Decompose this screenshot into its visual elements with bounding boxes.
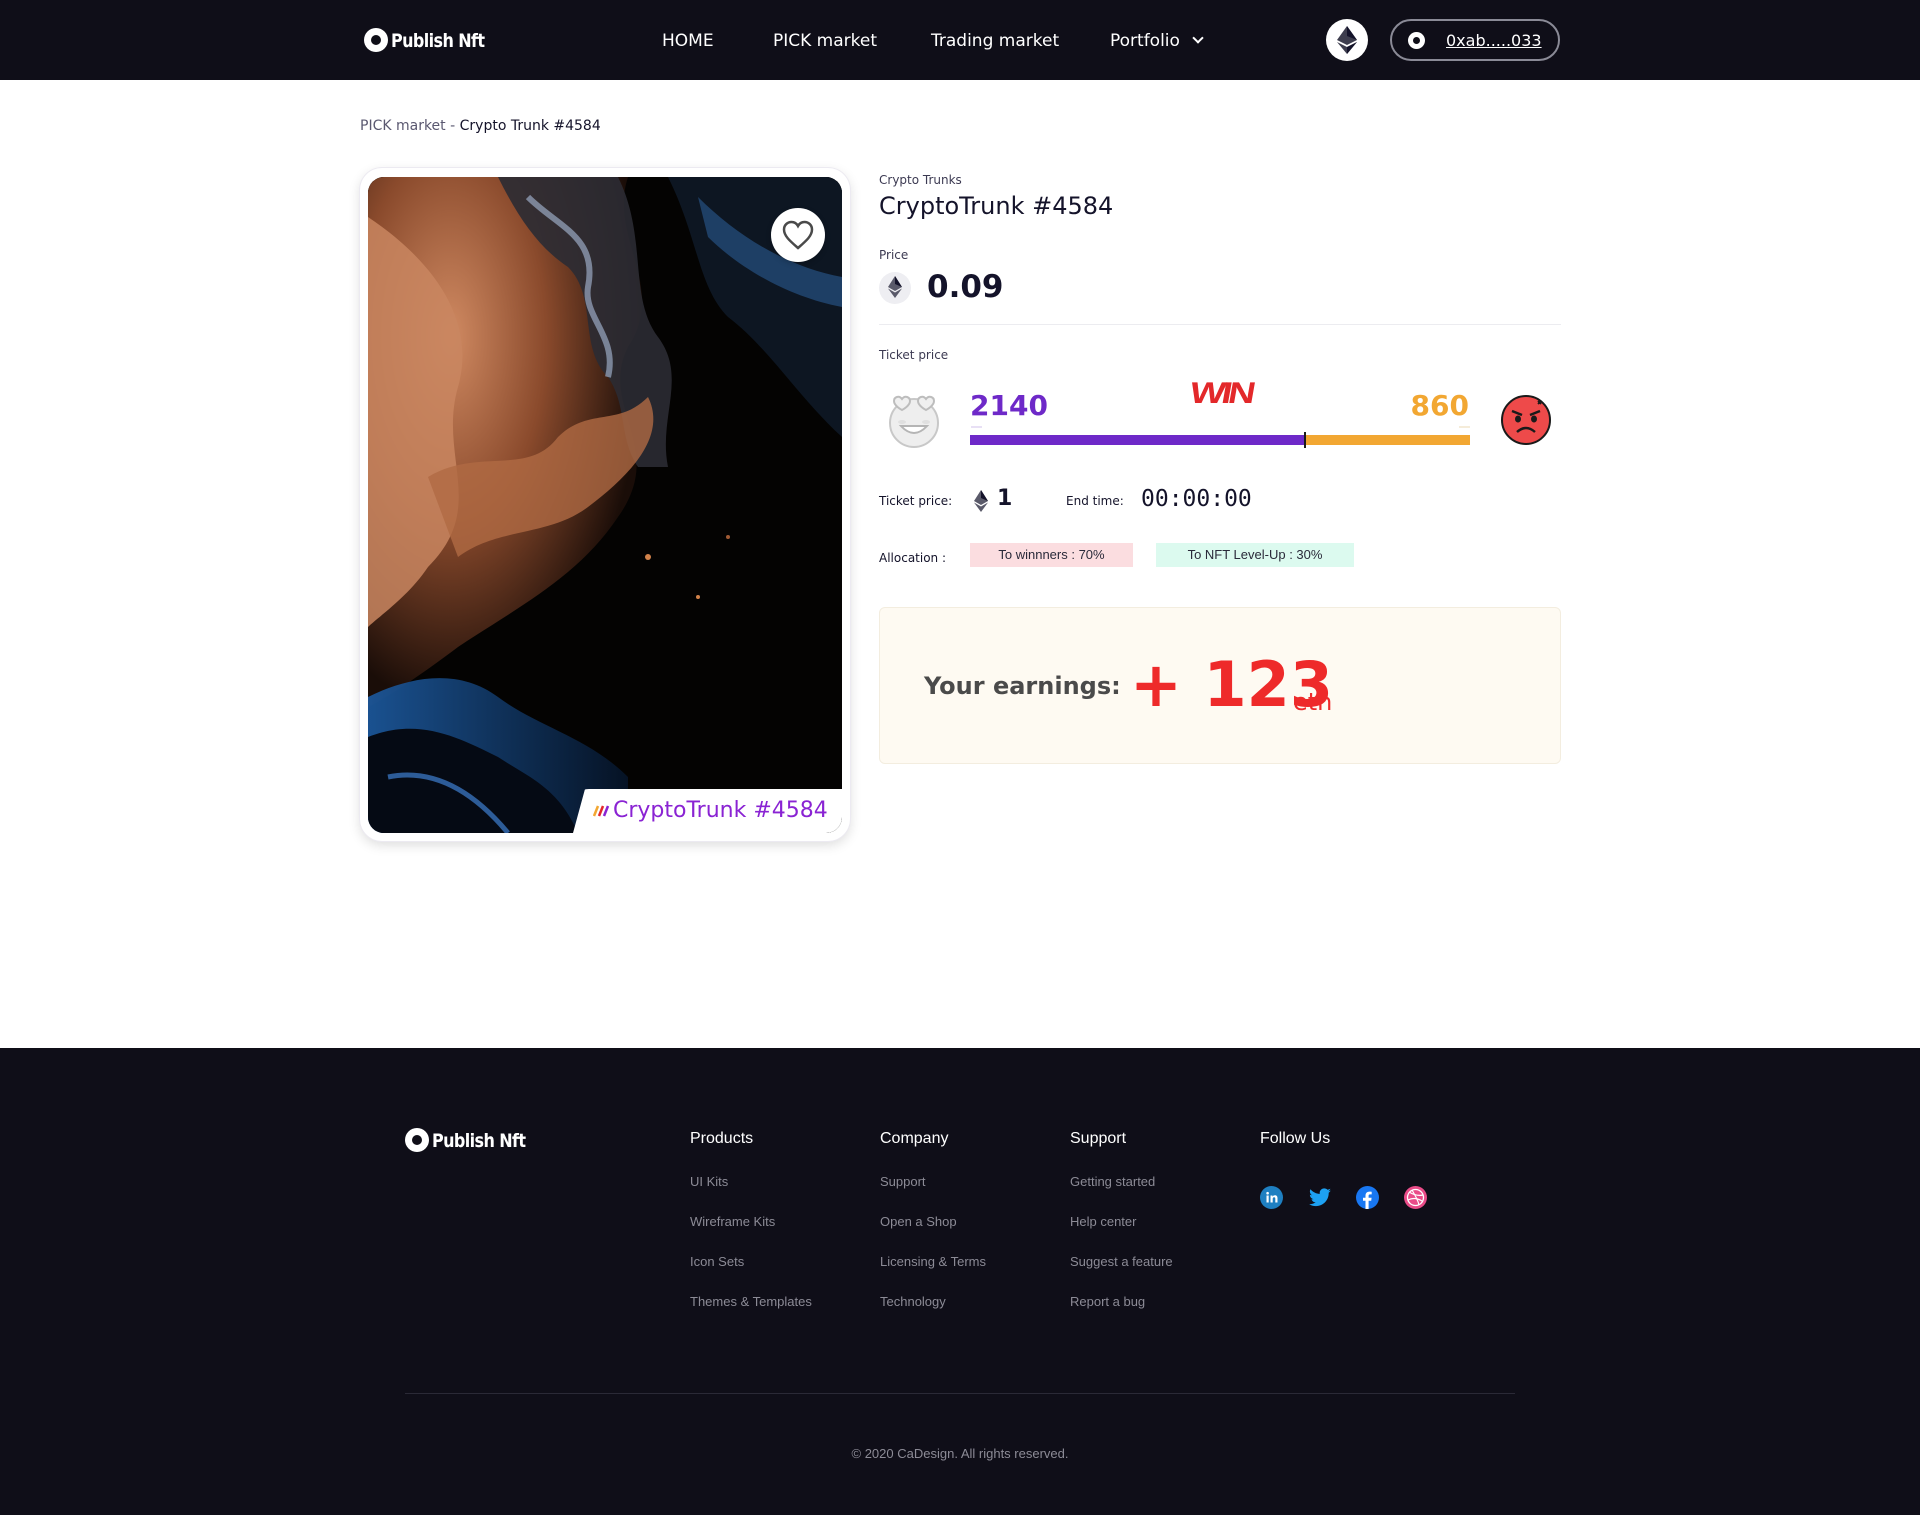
end-time-label: End time:	[1066, 494, 1124, 508]
divider	[879, 324, 1561, 325]
footer-column-company: Company Support Open a Shop Licensing & …	[880, 1130, 986, 1309]
nav-portfolio-label: Portfolio	[1110, 31, 1180, 51]
ethereum-icon	[1337, 26, 1357, 54]
nav-portfolio[interactable]: Portfolio	[1110, 31, 1204, 51]
footer-link[interactable]: Icon Sets	[690, 1254, 744, 1269]
ticket-split-fill	[970, 435, 1305, 445]
price-value: 0.09	[927, 269, 1004, 305]
footer-brand-logo[interactable]: Publish Nft	[405, 1128, 526, 1152]
allocation-label: Allocation :	[879, 551, 947, 565]
footer-link[interactable]: Technology	[880, 1294, 946, 1309]
linkedin-icon[interactable]	[1260, 1186, 1283, 1209]
nav-home[interactable]: HOME	[662, 31, 714, 51]
nft-artwork-image: CryptoTrunk #4584	[368, 177, 842, 833]
brand-logo[interactable]: Publish Nft	[364, 28, 485, 52]
ethereum-icon	[974, 490, 988, 512]
breadcrumb-parent[interactable]: PICK market	[360, 118, 446, 134]
nav-trading-market[interactable]: Trading market	[931, 31, 1059, 51]
chevron-down-icon	[1192, 32, 1204, 44]
breadcrumb-separator: -	[445, 118, 460, 134]
breadcrumb-current: Crypto Trunk #4584	[459, 118, 601, 134]
ticket-split-bar	[970, 432, 1470, 448]
ticket-split-marker	[1304, 432, 1306, 448]
footer-divider	[405, 1393, 1515, 1394]
footer-link[interactable]: Licensing & Terms	[880, 1254, 986, 1269]
allocation-winners-chip: To winnners : 70%	[970, 543, 1133, 567]
footer-link[interactable]: Open a Shop	[880, 1214, 957, 1229]
footer-column-follow: Follow Us	[1260, 1130, 1330, 1148]
footer-link[interactable]: Wireframe Kits	[690, 1214, 775, 1229]
copyright-text: © 2020 CaDesign. All rights reserved.	[851, 1446, 1069, 1461]
facebook-icon[interactable]	[1356, 1186, 1379, 1209]
nft-card: CryptoTrunk #4584	[360, 168, 850, 841]
wallet-button[interactable]: 0xab.....033	[1390, 19, 1560, 61]
twitter-icon[interactable]	[1308, 1186, 1331, 1209]
footer-column-title: Follow Us	[1260, 1130, 1331, 1147]
allocation-levelup-chip: To NFT Level-Up : 30%	[1156, 543, 1354, 567]
earnings-unit: eth	[1293, 688, 1333, 716]
left-count-underline	[971, 426, 982, 428]
earnings-label: Your earnings:	[924, 672, 1121, 700]
ethereum-network-button[interactable]	[1326, 19, 1368, 61]
breadcrumb: PICK market - Crypto Trunk #4584	[360, 118, 601, 134]
footer-link[interactable]: Support	[880, 1174, 926, 1189]
love-face-icon	[885, 392, 943, 455]
win-label: WIN	[1187, 377, 1255, 410]
right-ticket-count: 860	[1410, 389, 1469, 422]
footer-link[interactable]: Help center	[1070, 1214, 1136, 1229]
social-links	[1260, 1186, 1427, 1209]
wallet-address: 0xab.....033	[1446, 31, 1542, 50]
earnings-panel: Your earnings: + 123 eth	[879, 607, 1561, 764]
footer-column-products: Products UI Kits Wireframe Kits Icon Set…	[690, 1130, 812, 1309]
end-time-value: 00:00:00	[1141, 486, 1252, 512]
nav-pick-market[interactable]: PICK market	[773, 31, 877, 51]
angry-face-icon	[1500, 394, 1552, 451]
nft-title: CryptoTrunk #4584	[879, 192, 1114, 220]
footer-brand-name: Publish Nft	[432, 1129, 526, 1151]
footer-column-title: Company	[880, 1130, 949, 1147]
footer-column-title: Products	[690, 1130, 754, 1147]
footer-link[interactable]: Report a bug	[1070, 1294, 1145, 1309]
favorite-button[interactable]	[771, 208, 825, 262]
footer: Publish Nft Products UI Kits Wireframe K…	[0, 1048, 1920, 1515]
price-eth-badge	[879, 272, 911, 304]
dribbble-icon[interactable]	[1404, 1186, 1427, 1209]
stripes-icon	[593, 805, 610, 817]
footer-link[interactable]: Themes & Templates	[690, 1294, 812, 1309]
nft-card-name: CryptoTrunk #4584	[613, 798, 828, 823]
ethereum-icon	[888, 276, 902, 298]
left-ticket-count: 2140	[970, 389, 1048, 422]
ticket-price-label: Ticket price:	[879, 494, 953, 508]
abstract-fluid-art-image	[368, 177, 842, 833]
top-nav-bar: Publish Nft HOME PICK market Trading mar…	[0, 0, 1920, 80]
footer-link[interactable]: Getting started	[1070, 1174, 1155, 1189]
heart-icon	[782, 220, 814, 250]
brand-name: Publish Nft	[391, 29, 485, 51]
logo-mark-icon	[405, 1128, 429, 1152]
footer-column-support: Support Getting started Help center Sugg…	[1070, 1130, 1173, 1309]
nft-card-label: CryptoTrunk #4584	[573, 789, 842, 833]
footer-link[interactable]: Suggest a feature	[1070, 1254, 1173, 1269]
ticket-section-label: Ticket price	[879, 348, 949, 362]
footer-link[interactable]: UI Kits	[690, 1174, 728, 1189]
ticket-price-value: 1	[997, 486, 1013, 511]
logo-mark-icon	[364, 28, 388, 52]
footer-column-title: Support	[1070, 1130, 1127, 1147]
collection-name[interactable]: Crypto Trunks	[879, 173, 962, 187]
right-count-underline	[1459, 426, 1470, 428]
wallet-icon	[1408, 32, 1425, 49]
price-label: Price	[879, 248, 909, 262]
